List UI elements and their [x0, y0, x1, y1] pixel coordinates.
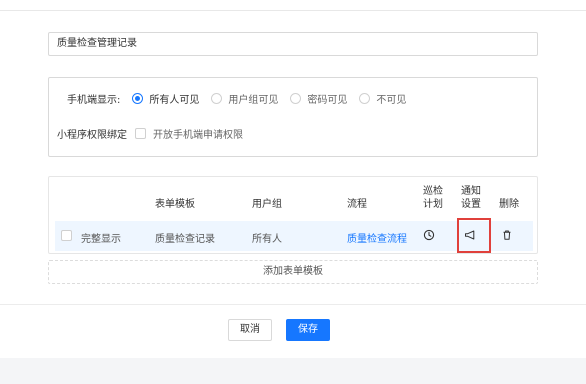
row-form-template: 质量检查记录 [155, 234, 215, 245]
cancel-button[interactable]: 取消 [228, 319, 272, 341]
radio-unselected-icon[interactable] [211, 92, 223, 104]
row-display-label: 完整显示 [81, 234, 121, 245]
header-delete: 删除 [499, 199, 519, 210]
radio-invisible-label: 不可见 [376, 94, 407, 106]
footer-divider [0, 304, 586, 305]
radio-all-visible-label: 所有人可见 [149, 94, 200, 106]
radio-all-visible[interactable]: 所有人可见 [132, 91, 199, 106]
header-notify-setting: 通知 设置 [461, 185, 481, 211]
header-form-template: 表单模板 [155, 199, 195, 210]
header-patrol-plan-line1: 巡检 [423, 186, 443, 197]
notify-setting-highlight [457, 218, 491, 253]
header-flow: 流程 [347, 199, 367, 210]
header-patrol-plan: 巡检 计划 [423, 185, 443, 211]
save-button[interactable]: 保存 [286, 319, 330, 341]
add-form-template-label: 添加表单模板 [263, 266, 323, 277]
add-form-template-button[interactable]: 添加表单模板 [48, 260, 538, 284]
form-settings-panel: 质量检查管理记录 手机端显示: 所有人可见 用户组可见 密码可见 不可见 小程序… [0, 0, 586, 358]
miniprogram-binding-label: 小程序权限绑定 [57, 129, 127, 141]
mobile-display-label: 手机端显示: [67, 94, 121, 106]
row-user-group: 所有人 [252, 234, 282, 245]
header-patrol-plan-line2: 计划 [423, 199, 443, 210]
radio-selected-icon[interactable] [132, 92, 144, 104]
miniprogram-binding-row: 小程序权限绑定 开放手机端申请权限 [57, 124, 243, 142]
mobile-display-row: 手机端显示: 所有人可见 用户组可见 密码可见 不可见 [67, 88, 406, 108]
clock-icon[interactable] [423, 229, 435, 241]
row-display-checkbox[interactable] [61, 230, 72, 241]
radio-group-visible-label: 用户组可见 [228, 94, 279, 106]
radio-unselected-icon[interactable] [290, 92, 302, 104]
trash-icon[interactable] [501, 229, 513, 241]
form-name-input[interactable]: 质量检查管理记录 [48, 32, 538, 56]
radio-invisible[interactable]: 不可见 [359, 91, 406, 106]
radio-unselected-icon[interactable] [359, 92, 371, 104]
radio-password-visible[interactable]: 密码可见 [290, 91, 347, 106]
header-user-group: 用户组 [252, 199, 282, 210]
radio-password-visible-label: 密码可见 [307, 94, 348, 106]
radio-group-visible[interactable]: 用户组可见 [211, 91, 278, 106]
header-notify-setting-line2: 设置 [461, 199, 481, 210]
open-mobile-request-checkbox[interactable] [135, 127, 146, 139]
row-flow-link[interactable]: 质量检查流程 [347, 230, 407, 245]
top-divider [0, 10, 586, 11]
header-notify-setting-line1: 通知 [461, 186, 481, 197]
open-mobile-request-label: 开放手机端申请权限 [153, 129, 243, 141]
permission-settings-box: 手机端显示: 所有人可见 用户组可见 密码可见 不可见 小程序权限绑定 开放手机… [48, 77, 538, 157]
